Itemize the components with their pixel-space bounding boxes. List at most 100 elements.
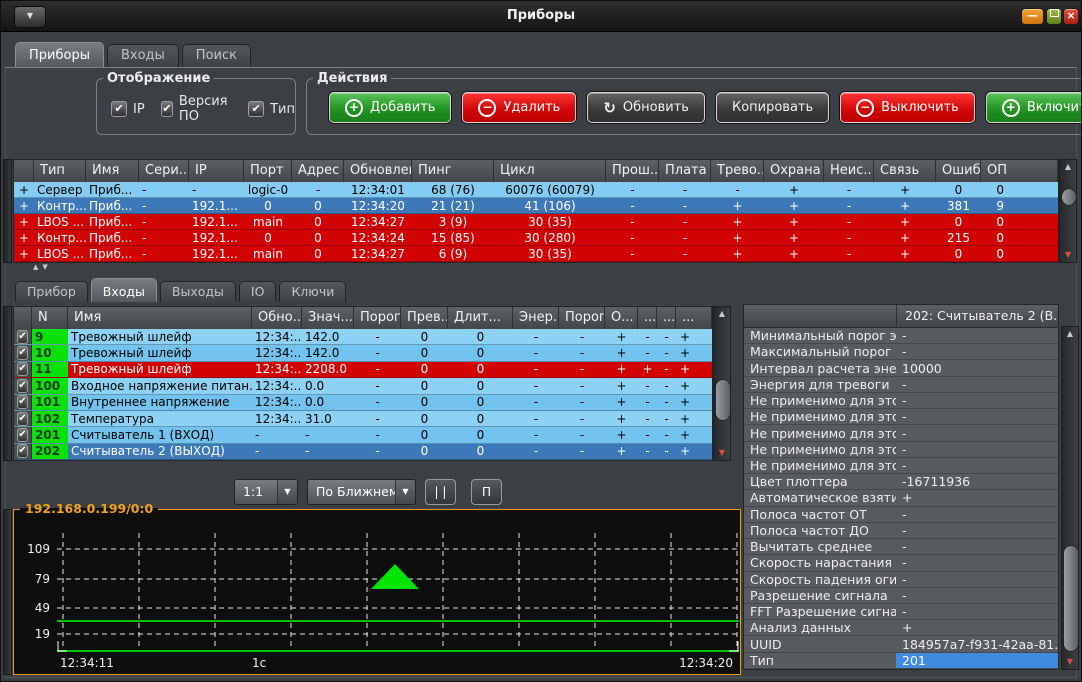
column-header[interactable]: Адрес — [292, 160, 344, 182]
device-row[interactable]: +Контр...Приб...-192.1...0012:34:2021 (2… — [14, 198, 1058, 214]
property-row[interactable]: Скорость падения огиб...- — [744, 572, 1058, 588]
property-row[interactable]: Энергия для тревоги- — [744, 377, 1058, 393]
properties-scrollbar[interactable]: ▲ ▼ — [1061, 326, 1079, 670]
column-header[interactable]: О... — [605, 307, 638, 329]
device-row[interactable]: +Контр...Приб...-192.1...0012:34:2415 (8… — [14, 230, 1058, 246]
device-row[interactable]: +LBOS ...Приб...-192.1...main012:34:276 … — [14, 246, 1058, 262]
sub-tab-5[interactable]: Ключи — [279, 281, 346, 302]
column-header[interactable]: Цикл — [494, 160, 606, 182]
property-row[interactable]: Минимальный порог э...- — [744, 328, 1058, 344]
column-header[interactable]: Плата — [659, 160, 711, 182]
restore-button[interactable] — [1046, 8, 1062, 25]
property-row[interactable]: Не применимо для это...- — [744, 425, 1058, 441]
scroll-up-icon[interactable]: ▲ — [1062, 329, 1078, 339]
property-row[interactable]: Не применимо для это...- — [744, 393, 1058, 409]
scroll-down-icon[interactable]: ▼ — [714, 448, 730, 458]
column-header[interactable]: Знач... — [302, 307, 354, 329]
scrollbar-thumb[interactable] — [715, 379, 731, 421]
column-header[interactable]: ОП — [981, 160, 1058, 182]
property-row[interactable]: Максимальный порог з...- — [744, 344, 1058, 360]
column-header[interactable] — [14, 307, 32, 329]
property-row[interactable]: Не применимо для это...- — [744, 458, 1058, 474]
pause-button[interactable]: | | — [425, 479, 456, 505]
checkbox[interactable]: ✔ — [248, 101, 264, 117]
column-header[interactable]: IP — [189, 160, 244, 182]
sub-tab-1[interactable]: Прибор — [15, 281, 88, 302]
column-header[interactable]: Порог — [354, 307, 401, 329]
row-checkbox[interactable]: ✔ — [17, 412, 28, 426]
column-header[interactable]: Имя — [68, 307, 252, 329]
column-header[interactable]: N — [32, 307, 68, 329]
включить-button[interactable]: +Включить — [986, 92, 1082, 123]
device-row[interactable]: +СерверПриб...--logic-0-12:34:0168 (76)6… — [14, 182, 1058, 198]
property-row[interactable]: Анализ данных+ — [744, 620, 1058, 636]
input-row[interactable]: ✔101Внутреннее напряжение12:34:...0.0-00… — [14, 395, 712, 411]
column-header[interactable]: ... — [676, 307, 712, 329]
добавить-button[interactable]: +Добавить — [329, 92, 451, 123]
column-header[interactable]: Прев... — [401, 307, 448, 329]
property-row[interactable]: Интервал расчета эне...10000 — [744, 360, 1058, 376]
row-checkbox[interactable]: ✔ — [17, 346, 28, 360]
property-row[interactable]: Скорость нарастания о...- — [744, 555, 1058, 571]
inputs-scrollbar[interactable]: ▲ ▼ — [713, 306, 731, 461]
property-value[interactable]: 201 — [896, 653, 1058, 668]
scrollbar-thumb[interactable] — [1063, 545, 1079, 652]
property-row[interactable]: UUID184957a7-f931-42aa-81... — [744, 636, 1058, 652]
plot-left-strip[interactable] — [3, 509, 12, 675]
scroll-down-icon[interactable]: ▼ — [1062, 657, 1078, 667]
inputs-left-strip[interactable] — [3, 306, 12, 461]
column-header[interactable]: Порог — [559, 307, 605, 329]
scroll-up-icon[interactable]: ▲ — [1060, 162, 1076, 172]
minimize-button[interactable]: — — [1021, 8, 1044, 25]
row-checkbox[interactable]: ✔ — [17, 428, 28, 442]
column-header[interactable]: Обновлен — [344, 160, 412, 182]
scroll-down-icon[interactable]: ▼ — [1060, 250, 1076, 260]
device-row[interactable]: +LBOS ...Приб...-192.1...main012:34:273 … — [14, 214, 1058, 230]
main-tab-3[interactable]: Поиск — [182, 44, 251, 67]
input-row[interactable]: ✔10Тревожный шлейф12:34:...142.0-00--+--… — [14, 345, 712, 361]
column-header[interactable]: Связь — [874, 160, 936, 182]
копировать-button[interactable]: Копировать — [716, 92, 829, 123]
property-row[interactable]: Не применимо для это...- — [744, 442, 1058, 458]
main-tab-1[interactable]: Приборы — [15, 42, 104, 67]
input-row[interactable]: ✔102Температура12:34:...31.0-00--+--+ — [14, 411, 712, 427]
column-header[interactable]: Длит... — [448, 307, 513, 329]
sub-tab-3[interactable]: Выходы — [160, 281, 236, 302]
column-header[interactable]: Ошиб... — [936, 160, 981, 182]
property-row[interactable]: Вычитать среднее- — [744, 539, 1058, 555]
удалить-button[interactable]: −Удалить — [462, 92, 576, 123]
input-row[interactable]: ✔201Считыватель 1 (ВХОД)---00--+--+ — [14, 427, 712, 443]
sub-tab-2[interactable]: Входы — [91, 278, 157, 302]
scale-dropdown[interactable]: 1:1 ▼ — [234, 479, 298, 505]
column-header[interactable] — [14, 160, 34, 182]
column-header[interactable]: Обно... — [252, 307, 302, 329]
devices-left-strip[interactable] — [3, 159, 12, 263]
column-header[interactable]: Энер... — [513, 307, 559, 329]
input-row[interactable]: ✔202Считыватель 2 (ВЫХОД)---00--+--+ — [14, 444, 712, 460]
column-header[interactable]: ... — [638, 307, 657, 329]
row-checkbox[interactable]: ✔ — [17, 395, 28, 409]
input-row[interactable]: ✔9Тревожный шлейф12:34:...142.0-00--+--+ — [14, 329, 712, 345]
input-row[interactable]: ✔11Тревожный шлейф12:34:...2208.0-00--++… — [14, 362, 712, 378]
chevron-down-icon[interactable]: ▼ — [395, 480, 415, 504]
выключить-button[interactable]: −Выключить — [840, 92, 975, 123]
main-tab-2[interactable]: Входы — [107, 44, 179, 67]
splitter-handle[interactable]: ▲▼ — [33, 263, 52, 271]
column-header[interactable]: ... — [657, 307, 676, 329]
property-row[interactable]: Цвет плоттера-16711936 — [744, 474, 1058, 490]
row-checkbox[interactable]: ✔ — [17, 362, 28, 376]
scroll-up-icon[interactable]: ▲ — [714, 309, 730, 319]
column-header[interactable]: Тип — [34, 160, 86, 182]
property-row[interactable]: Не применимо для это...- — [744, 409, 1058, 425]
column-header[interactable]: Охрана — [764, 160, 824, 182]
property-row[interactable]: Автоматическое взятие+ — [744, 490, 1058, 506]
chevron-down-icon[interactable]: ▼ — [277, 480, 297, 504]
row-checkbox[interactable]: ✔ — [17, 379, 28, 393]
column-header[interactable]: Трево... — [711, 160, 764, 182]
property-row[interactable]: Полоса частот ДО- — [744, 523, 1058, 539]
column-header[interactable]: Прош... — [606, 160, 659, 182]
column-header[interactable]: Пинг — [412, 160, 494, 182]
property-row[interactable]: FFT Разрешение сигна...- — [744, 604, 1058, 620]
input-row[interactable]: ✔100Входное напряжение питан...12:34:...… — [14, 378, 712, 394]
close-button[interactable]: × — [1063, 8, 1079, 25]
